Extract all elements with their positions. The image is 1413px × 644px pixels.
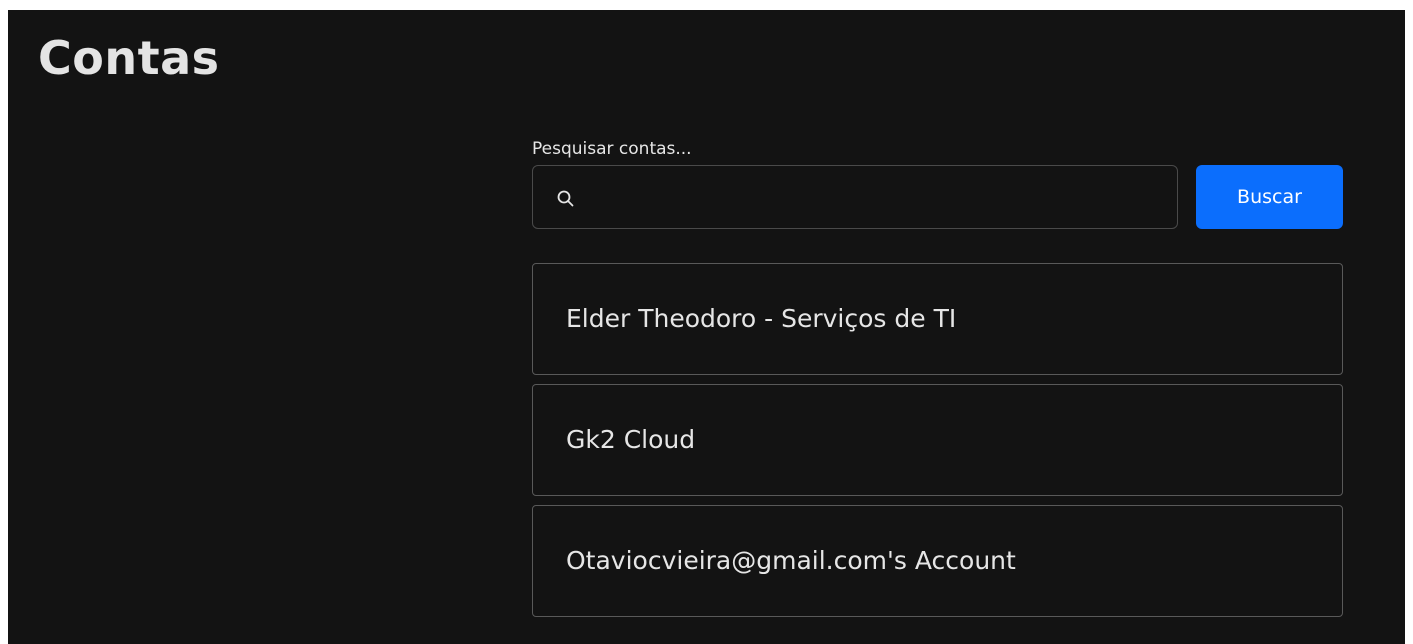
account-list: Elder Theodoro - Serviços de TI Gk2 Clou… [532,263,1343,626]
search-label: Pesquisar contas... [532,139,692,159]
account-item[interactable]: Elder Theodoro - Serviços de TI [532,263,1343,375]
account-name: Otaviocvieira@gmail.com's Account [566,546,1016,575]
search-icon [555,188,577,210]
search-button[interactable]: Buscar [1196,165,1343,229]
account-item[interactable]: Otaviocvieira@gmail.com's Account [532,505,1343,617]
search-input[interactable] [589,166,1165,228]
account-item[interactable]: Gk2 Cloud [532,384,1343,496]
search-field[interactable] [532,165,1178,229]
page-container: Contas Pesquisar contas... Buscar Elder … [8,10,1405,644]
page-title: Contas [38,31,220,85]
account-name: Gk2 Cloud [566,425,696,454]
account-name: Elder Theodoro - Serviços de TI [566,304,957,333]
